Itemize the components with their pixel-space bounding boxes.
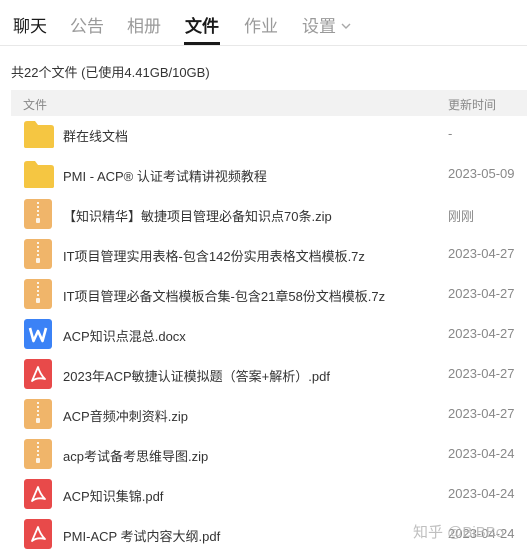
- file-time: 2023-04-27: [448, 406, 515, 421]
- active-tab-indicator: [184, 42, 220, 45]
- file-name[interactable]: IT项目管理实用表格-包含142份实用表格文档模板.7z: [63, 246, 365, 265]
- watermark: 知乎 @BiBBo: [413, 524, 505, 541]
- file-row[interactable]: ACP知识点混总.docx 2023-04-27: [0, 314, 527, 354]
- file-name[interactable]: PMI - ACP® 认证考试精讲视频教程: [63, 166, 267, 185]
- file-time: 2023-05-09: [448, 166, 515, 181]
- column-header-time[interactable]: 更新时间: [448, 96, 496, 113]
- tab-homework[interactable]: 作业: [244, 12, 278, 37]
- file-row[interactable]: acp考试备考思维导图.zip 2023-04-24: [0, 434, 527, 474]
- file-time: 2023-04-24: [448, 446, 515, 461]
- zip-file-icon: [23, 198, 53, 230]
- file-name[interactable]: IT项目管理必备文档模板合集-包含21章58份文档模板.7z: [63, 286, 385, 305]
- zip-file-icon: [23, 238, 53, 270]
- chevron-down-icon: [341, 15, 351, 35]
- file-row[interactable]: ACP音频冲刺资料.zip 2023-04-27: [0, 394, 527, 434]
- tab-album[interactable]: 相册: [127, 12, 161, 37]
- folder-icon: [23, 118, 54, 150]
- tab-chat[interactable]: 聊天: [13, 12, 47, 37]
- file-name[interactable]: PMI-ACP 考试内容大纲.pdf: [63, 526, 220, 545]
- file-name[interactable]: ACP音频冲刺资料.zip: [63, 406, 188, 425]
- folder-icon: [23, 158, 54, 190]
- storage-summary: 共22个文件 (已使用4.41GB/10GB): [11, 65, 210, 80]
- pdf-file-icon: [23, 518, 53, 550]
- file-time: -: [448, 126, 453, 141]
- file-name[interactable]: 【知识精华】敏捷项目管理必备知识点70条.zip: [63, 206, 332, 225]
- column-header-name[interactable]: 文件: [23, 96, 47, 113]
- file-time: 2023-04-27: [448, 326, 515, 341]
- file-name[interactable]: acp考试备考思维导图.zip: [63, 446, 208, 465]
- tab-bar: 聊天 公告 相册 文件 作业 设置: [0, 0, 527, 46]
- file-row[interactable]: 【知识精华】敏捷项目管理必备知识点70条.zip 刚刚: [0, 194, 527, 234]
- tab-announcements[interactable]: 公告: [70, 12, 104, 37]
- file-name[interactable]: 2023年ACP敏捷认证模拟题（答案+解析）.pdf: [63, 366, 330, 385]
- file-row[interactable]: PMI - ACP® 认证考试精讲视频教程 2023-05-09: [0, 154, 527, 194]
- file-row[interactable]: IT项目管理实用表格-包含142份实用表格文档模板.7z 2023-04-27: [0, 234, 527, 274]
- file-time: 2023-04-24: [448, 486, 515, 501]
- file-name[interactable]: ACP知识集锦.pdf: [63, 486, 163, 505]
- zip-file-icon: [23, 278, 53, 310]
- file-row[interactable]: ACP知识集锦.pdf 2023-04-24: [0, 474, 527, 514]
- file-time: 2023-04-27: [448, 286, 515, 301]
- file-time: 2023-04-27: [448, 366, 515, 381]
- file-time: 刚刚: [448, 209, 475, 224]
- file-row[interactable]: IT项目管理必备文档模板合集-包含21章58份文档模板.7z 2023-04-27: [0, 274, 527, 314]
- word-file-icon: [23, 318, 53, 350]
- file-list-header: 文件 更新时间: [11, 90, 527, 116]
- file-row[interactable]: 群在线文档 -: [0, 114, 527, 154]
- file-time: 2023-04-27: [448, 246, 515, 261]
- zip-file-icon: [23, 398, 53, 430]
- file-name[interactable]: ACP知识点混总.docx: [63, 326, 186, 345]
- pdf-file-icon: [23, 478, 53, 510]
- pdf-file-icon: [23, 358, 53, 390]
- file-name[interactable]: 群在线文档: [63, 126, 128, 145]
- file-row[interactable]: 2023年ACP敏捷认证模拟题（答案+解析）.pdf 2023-04-27: [0, 354, 527, 394]
- tab-files[interactable]: 文件: [185, 12, 219, 37]
- tab-settings-label: 设置: [302, 17, 336, 36]
- tab-settings[interactable]: 设置: [302, 12, 351, 37]
- zip-file-icon: [23, 438, 53, 470]
